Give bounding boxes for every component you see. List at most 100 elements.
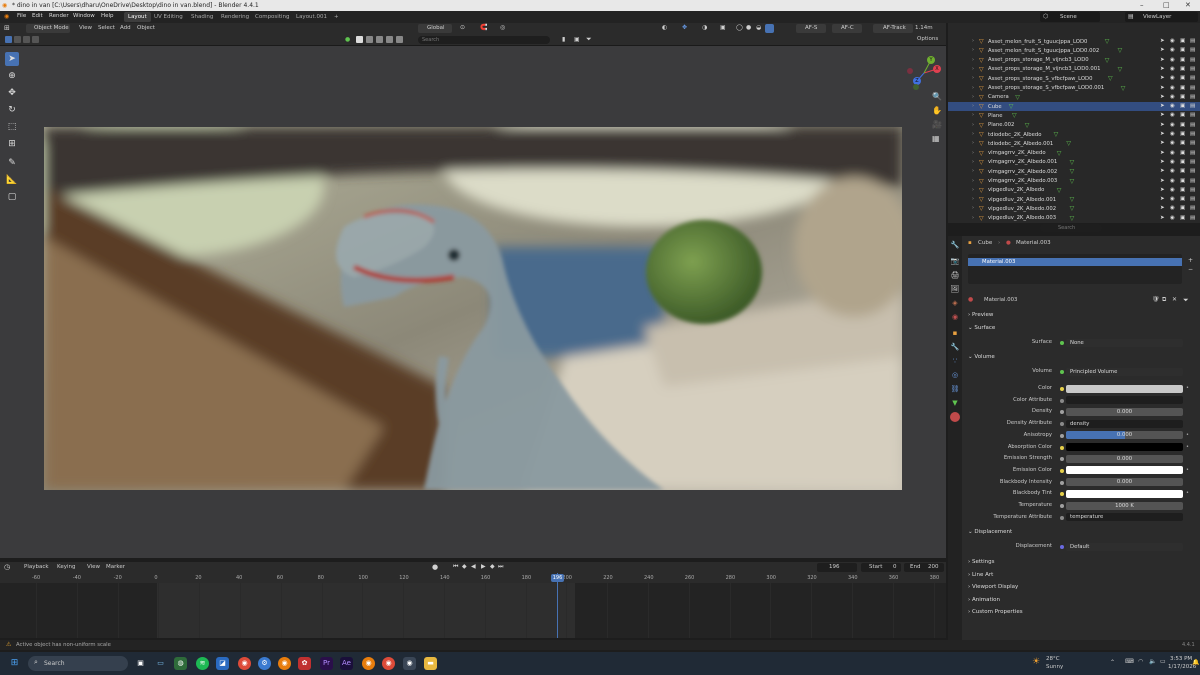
restrict-toggle-icon[interactable]: ● — [345, 36, 350, 43]
taskbar-search-input[interactable]: ⌕ Search — [28, 656, 128, 671]
viewport-disable-icon[interactable]: ▣ — [1180, 66, 1185, 72]
select-extend-icon[interactable] — [14, 36, 21, 43]
outliner-row[interactable]: › ▽ Asset_props_storage_S_vfbcfpaw_LOD0 ▽ ➤ ◉… — [948, 74, 1200, 83]
view-layer-tab-icon[interactable]: 🖼 — [950, 284, 960, 294]
volume-field-input[interactable] — [1066, 384, 1183, 393]
viewport-disable-icon[interactable]: ▣ — [1180, 150, 1185, 156]
selectable-icon[interactable]: ➤ — [1160, 103, 1165, 109]
expand-arrow-icon[interactable]: › — [972, 75, 974, 81]
after-effects-icon[interactable]: Ae — [340, 657, 353, 670]
material-tab-icon[interactable] — [950, 412, 960, 422]
viewport-disable-icon[interactable]: ▣ — [1180, 122, 1185, 128]
scale-tool-icon[interactable]: ⬚ — [5, 120, 19, 134]
menu-edit[interactable]: Edit — [32, 13, 43, 19]
eye-icon[interactable]: ◉ — [1170, 187, 1175, 193]
viewport-disable-icon[interactable]: ▣ — [1180, 178, 1185, 184]
expand-arrow-icon[interactable]: › — [972, 131, 974, 137]
viewport-menu-view[interactable]: View — [79, 25, 92, 31]
mode-dropdown[interactable]: Object Mode — [26, 24, 70, 33]
overlay-toggle-icon[interactable]: ◑ — [702, 24, 707, 31]
viewport-disable-icon[interactable]: ▣ — [1180, 75, 1185, 81]
volume-field-input[interactable]: 0.000 — [1066, 407, 1183, 416]
expand-arrow-icon[interactable]: › — [972, 168, 974, 174]
pan-hand-icon[interactable]: ✋ — [932, 106, 942, 115]
menu-render[interactable]: Render — [49, 13, 69, 19]
photos-icon[interactable]: ◪ — [216, 657, 229, 670]
viewport-disable-icon[interactable]: ▣ — [1180, 187, 1185, 193]
selectable-icon[interactable]: ➤ — [1160, 187, 1165, 193]
viewport-disable-icon[interactable]: ▣ — [1180, 159, 1185, 165]
expand-arrow-icon[interactable]: › — [972, 57, 974, 63]
tool-tab-icon[interactable]: 🔧 — [950, 240, 960, 250]
keyframe-dot-icon[interactable]: • — [1186, 432, 1189, 438]
blender-2-icon[interactable]: ◉ — [362, 657, 375, 670]
render-camera-icon[interactable]: ▤ — [1190, 131, 1195, 137]
end-frame-field[interactable]: End 200 — [904, 563, 944, 572]
view-object-types-icon[interactable]: ◐ — [662, 24, 667, 31]
render-camera-icon[interactable]: ▤ — [1190, 196, 1195, 202]
gizmo-neg-y[interactable] — [913, 84, 919, 90]
volume-field-input[interactable] — [1066, 443, 1183, 451]
section-animation[interactable]: › Animation — [968, 597, 1000, 603]
select-subtract-icon[interactable] — [23, 36, 30, 43]
viewport-disable-icon[interactable]: ▣ — [1180, 131, 1185, 137]
keyframe-dot-icon[interactable]: • — [1186, 444, 1189, 450]
volume-icon[interactable]: 🔈 — [1149, 658, 1156, 665]
eye-icon[interactable]: ◉ — [1170, 47, 1175, 53]
outliner-row[interactable]: › ▽ vlmgagrrv_2K_Albedo ▽ ➤ ◉ ▣ ▤ — [948, 149, 1200, 158]
selectable-icon[interactable]: ➤ — [1160, 140, 1165, 146]
breadcrumb-material[interactable]: Material.003 — [1016, 240, 1051, 246]
expand-arrow-icon[interactable]: › — [972, 150, 974, 156]
selectable-icon[interactable]: ➤ — [1160, 47, 1165, 53]
section-preview[interactable]: › Preview — [968, 312, 993, 318]
clock-time[interactable]: 3:53 PM — [1170, 656, 1192, 662]
scene-tab-icon[interactable]: ◈ — [950, 298, 960, 308]
eye-icon[interactable]: ◉ — [1170, 159, 1175, 165]
selectable-icon[interactable]: ➤ — [1160, 66, 1165, 72]
filter-empty-icon[interactable] — [386, 36, 393, 43]
render-tab-icon[interactable]: 📷 — [950, 256, 960, 266]
chrome-icon[interactable]: ◉ — [238, 657, 251, 670]
outliner-row[interactable]: › ▽ tdiodebc_2K_Albedo.001 ▽ ➤ ◉ ▣ ▤ — [948, 139, 1200, 148]
volume-field-input[interactable]: density — [1066, 419, 1183, 428]
eye-icon[interactable]: ◉ — [1170, 140, 1175, 146]
annotate-tool-icon[interactable]: ✎ — [5, 156, 19, 170]
tab-rendering[interactable]: Rendering — [217, 12, 253, 22]
select-invert-icon[interactable] — [32, 36, 39, 43]
volume-field-input[interactable]: temperature — [1066, 513, 1183, 522]
viewport-menu-add[interactable]: Add — [120, 25, 131, 31]
displacement-method-field[interactable]: Default — [1066, 542, 1183, 551]
menu-help[interactable]: Help — [101, 13, 114, 19]
render-camera-icon[interactable]: ▤ — [1190, 57, 1195, 63]
render-camera-icon[interactable]: ▤ — [1190, 66, 1195, 72]
outliner-row[interactable]: › ▽ vlmgagrrv_2K_Albedo.002 ▽ ➤ ◉ ▣ ▤ — [948, 167, 1200, 176]
tab-shading[interactable]: Shading — [187, 12, 217, 22]
section-viewport-display[interactable]: › Viewport Display — [968, 584, 1018, 590]
eye-icon[interactable]: ◉ — [1170, 75, 1175, 81]
timeline-ruler[interactable] — [0, 573, 946, 583]
auto-key-icon[interactable]: ● — [432, 563, 438, 571]
bookmark-icon[interactable]: ▮ — [562, 36, 565, 43]
object-tab-icon[interactable]: ▪ — [950, 328, 960, 338]
notification-bell-icon[interactable]: 🔔 — [1192, 659, 1199, 666]
properties-search-input[interactable]: Search — [1040, 224, 1102, 232]
filter-other-icon[interactable] — [396, 36, 403, 43]
particles-tab-icon[interactable]: ∵ — [950, 356, 960, 366]
settings-app-icon[interactable]: ⚙ — [258, 657, 271, 670]
filter-light-icon[interactable] — [366, 36, 373, 43]
battery-icon[interactable]: ▭ — [1160, 658, 1166, 665]
close-button[interactable]: ✕ — [1185, 1, 1191, 9]
render-camera-icon[interactable]: ▤ — [1190, 112, 1195, 118]
af-c-button[interactable]: AF-C — [832, 24, 862, 33]
wireframe-shading-icon[interactable]: ◯ — [736, 24, 743, 31]
expand-arrow-icon[interactable]: › — [972, 112, 974, 118]
gizmo-y-axis[interactable]: Y — [927, 56, 935, 64]
filter-mesh-icon[interactable] — [356, 36, 363, 43]
tab-compositing[interactable]: Compositing — [251, 12, 293, 22]
current-frame-field[interactable]: 196 — [817, 563, 857, 572]
material-shading-icon[interactable]: ◒ — [756, 24, 761, 31]
spotify-icon[interactable]: ≋ — [196, 657, 209, 670]
viewport-disable-icon[interactable]: ▣ — [1180, 205, 1185, 211]
outliner-row[interactable]: › ▽ Cube ▽ ➤ ◉ ▣ ▤ — [948, 102, 1200, 112]
minimize-button[interactable]: – — [1140, 1, 1144, 9]
